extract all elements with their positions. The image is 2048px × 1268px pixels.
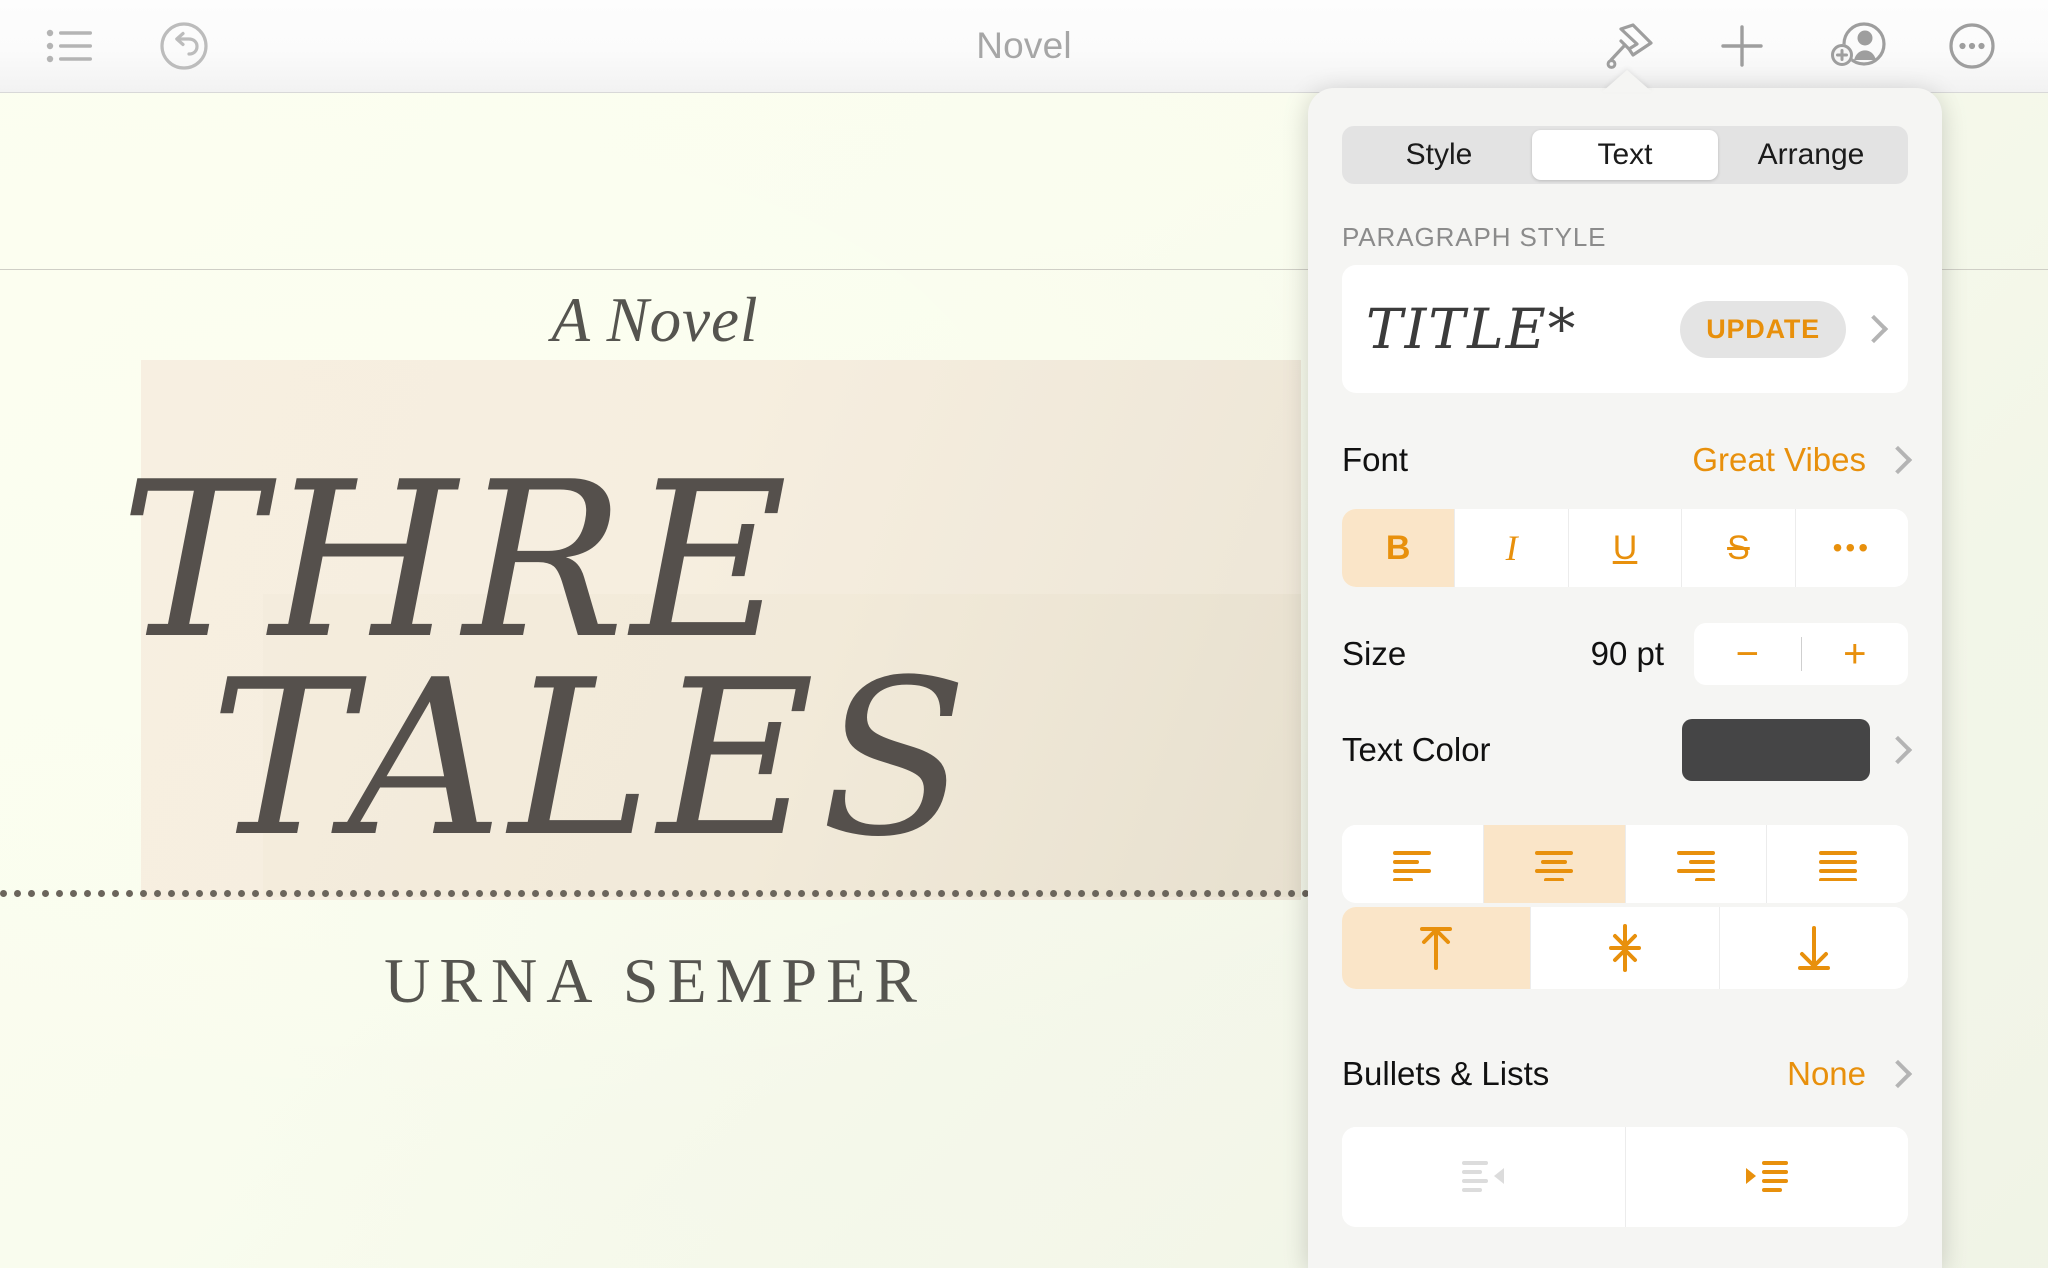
- text-color-label: Text Color: [1342, 731, 1491, 768]
- document-subtitle[interactable]: A Novel: [0, 284, 1310, 357]
- horizontal-alignment-buttons: [1342, 825, 1908, 903]
- paintbrush-icon: [1603, 19, 1657, 73]
- size-increase-button[interactable]: +: [1802, 632, 1909, 677]
- bullets-lists-value: None: [1787, 1055, 1866, 1092]
- size-label: Size: [1342, 635, 1407, 672]
- size-decrease-button[interactable]: −: [1694, 632, 1801, 677]
- align-left-icon: [1389, 847, 1435, 881]
- document-footer-text[interactable]: URNA SEMPER: [0, 944, 1310, 1018]
- italic-glyph: I: [1505, 528, 1518, 568]
- document-list-icon: [46, 27, 94, 65]
- underline-glyph: U: [1612, 528, 1638, 567]
- more-format-button[interactable]: •••: [1795, 509, 1908, 587]
- app-root: A Novel THRE TALES URNA SEMPER Novel Sty…: [0, 0, 2048, 1268]
- more-ellipsis-icon: [1946, 20, 1998, 72]
- align-justify-button[interactable]: [1767, 825, 1908, 903]
- more-button[interactable]: [1930, 0, 2014, 92]
- paragraph-style-row[interactable]: TITLE* UPDATE: [1342, 265, 1908, 393]
- chevron-right-icon: [1859, 314, 1889, 344]
- decrease-indent-button[interactable]: [1342, 1127, 1626, 1227]
- collaborate-button[interactable]: [1812, 0, 1904, 92]
- font-label: Font: [1342, 441, 1409, 478]
- align-center-button[interactable]: [1483, 825, 1626, 903]
- document-list-button[interactable]: [28, 0, 112, 92]
- format-panel: Style Text Arrange PARAGRAPH STYLE TITLE…: [1308, 88, 1942, 1268]
- text-color-row[interactable]: Text Color: [1342, 709, 1913, 791]
- align-middle-icon: [1603, 924, 1647, 972]
- align-top-button[interactable]: [1342, 907, 1531, 989]
- add-person-icon: [1828, 20, 1888, 72]
- popover-arrow: [1602, 70, 1652, 92]
- align-bottom-button[interactable]: [1720, 907, 1908, 989]
- bold-button[interactable]: B: [1342, 509, 1456, 587]
- indent-buttons: [1342, 1127, 1908, 1227]
- chevron-right-icon: [1883, 1059, 1913, 1089]
- text-format-buttons: B I U S •••: [1342, 509, 1908, 587]
- update-style-button[interactable]: UPDATE: [1680, 300, 1846, 358]
- decrease-indent-icon: [1458, 1158, 1508, 1196]
- italic-button[interactable]: I: [1455, 509, 1569, 587]
- top-toolbar: Novel: [0, 0, 2048, 93]
- undo-icon: [158, 20, 210, 72]
- text-color-swatch[interactable]: [1682, 719, 1870, 781]
- align-left-button[interactable]: [1342, 825, 1484, 903]
- font-row[interactable]: Font Great Vibes: [1342, 419, 1913, 501]
- chevron-right-icon: [1883, 735, 1913, 765]
- underline-button[interactable]: U: [1568, 509, 1683, 587]
- panel-tabs: Style Text Arrange: [1342, 126, 1908, 184]
- tab-text[interactable]: Text: [1532, 130, 1718, 180]
- bullets-lists-row[interactable]: Bullets & Lists None: [1342, 1033, 1913, 1115]
- align-justify-icon: [1815, 847, 1861, 881]
- align-right-button[interactable]: [1625, 825, 1768, 903]
- strike-glyph: S: [1727, 528, 1750, 567]
- size-stepper: − +: [1694, 623, 1908, 685]
- size-value: 90 pt: [1590, 635, 1664, 672]
- align-bottom-icon: [1792, 924, 1836, 972]
- dotted-separator: [0, 890, 1310, 897]
- more-ellipsis-icon: •••: [1832, 532, 1872, 563]
- align-center-icon: [1531, 847, 1577, 881]
- tab-style[interactable]: Style: [1346, 130, 1532, 180]
- strikethrough-button[interactable]: S: [1682, 509, 1796, 587]
- increase-indent-button[interactable]: [1625, 1127, 1908, 1227]
- font-value: Great Vibes: [1692, 441, 1866, 478]
- chevron-right-icon: [1883, 445, 1913, 475]
- paragraph-style-preview: TITLE*: [1366, 297, 1578, 361]
- size-row: Size 90 pt − +: [1342, 613, 1908, 695]
- tab-arrange[interactable]: Arrange: [1718, 130, 1904, 180]
- title-text-box-secondary[interactable]: [263, 594, 1301, 897]
- vertical-alignment-buttons: [1342, 907, 1908, 989]
- align-right-icon: [1673, 847, 1719, 881]
- bullets-lists-label: Bullets & Lists: [1342, 1055, 1550, 1092]
- bold-glyph: B: [1385, 528, 1411, 567]
- increase-indent-icon: [1742, 1158, 1792, 1196]
- align-middle-button[interactable]: [1531, 907, 1720, 989]
- align-top-icon: [1414, 924, 1458, 972]
- insert-button[interactable]: [1700, 0, 1784, 92]
- paragraph-style-label: PARAGRAPH STYLE: [1342, 222, 1607, 252]
- plus-icon: [1716, 20, 1768, 72]
- undo-button[interactable]: [142, 0, 226, 92]
